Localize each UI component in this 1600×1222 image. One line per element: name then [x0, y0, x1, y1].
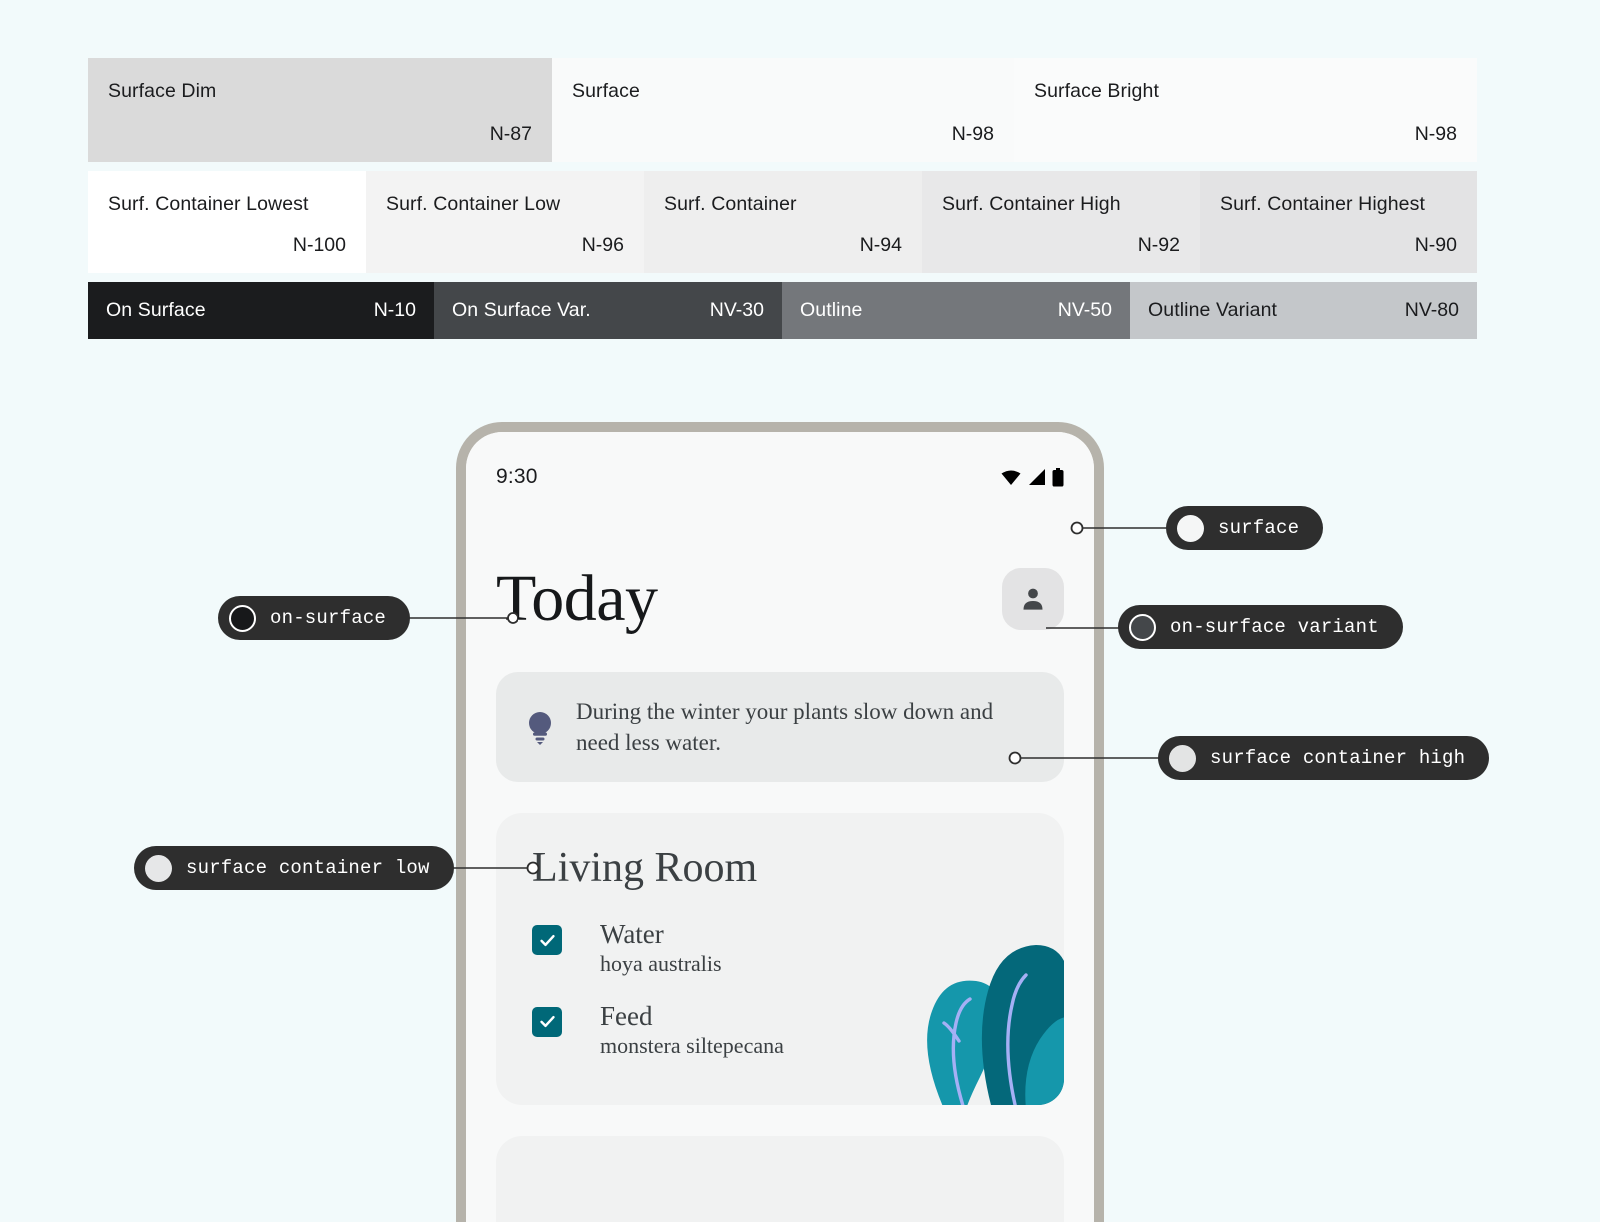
annotation-pill-surface-container-low[interactable]: surface container low — [134, 846, 454, 890]
swatch-label: Outline — [800, 298, 863, 321]
swatch-label: Surface Dim — [108, 80, 217, 102]
swatch-label: Surf. Container — [664, 193, 797, 215]
swatch-token: N-92 — [1137, 234, 1180, 256]
task-name: Feed — [600, 1000, 653, 1031]
task-list: Water hoya australis Feed monstera silte… — [532, 919, 1028, 1060]
annotation-pill-surface-container-high[interactable]: surface container high — [1158, 736, 1490, 780]
signal-icon — [1029, 469, 1045, 485]
swatch-label: Surface — [572, 80, 640, 102]
task-row[interactable]: Feed monstera siltepecana — [532, 1001, 1028, 1061]
annotation-pill-on-surface[interactable]: on-surface — [218, 596, 411, 640]
annotation-label: on-surface variant — [1170, 616, 1379, 638]
person-icon — [1023, 588, 1043, 610]
color-dot — [1129, 613, 1156, 641]
annotation-label: on-surface — [270, 607, 387, 629]
color-dot — [229, 604, 256, 632]
swatch-surface-bright[interactable]: Surface Bright N-98 — [1014, 58, 1477, 162]
status-time: 9:30 — [496, 465, 538, 488]
swatch-label: Surf. Container Highest — [1220, 193, 1425, 215]
annotation-label: surface — [1218, 517, 1300, 539]
task-subtitle: hoya australis — [600, 951, 722, 977]
avatar[interactable] — [1002, 568, 1064, 630]
annotation-label: surface container low — [186, 857, 430, 879]
swatch-token: N-10 — [373, 299, 416, 321]
swatch-surface-container-highest[interactable]: Surf. Container Highest N-90 — [1200, 171, 1477, 273]
swatch-on-surface[interactable]: On Surface N-10 — [88, 282, 434, 339]
task-text: Water hoya australis — [600, 919, 722, 979]
app-header: Today — [466, 494, 1094, 632]
check-icon — [539, 934, 555, 946]
swatch-label: Surface Bright — [1034, 80, 1159, 102]
lightbulb-icon — [529, 712, 551, 746]
tip-card[interactable]: During the winter your plants slow down … — [496, 672, 1064, 783]
annotation-pill-on-surface-variant[interactable]: on-surface variant — [1118, 605, 1403, 649]
swatch-token: N-90 — [1414, 234, 1457, 256]
swatch-token: N-94 — [859, 234, 902, 256]
annotation-label: surface container high — [1210, 747, 1466, 769]
task-row[interactable]: Water hoya australis — [532, 919, 1028, 979]
color-dot — [145, 854, 172, 882]
phone-screen: 9:30 Today During the winter your plants… — [466, 432, 1094, 1222]
swatch-token: N-87 — [489, 123, 532, 145]
swatch-token: NV-80 — [1404, 299, 1459, 321]
swatch-token: N-96 — [581, 234, 624, 256]
swatch-row-on-surface-outline: On Surface N-10 On Surface Var. NV-30 Ou… — [88, 282, 1477, 339]
phone-mockup: 9:30 Today During the winter your plants… — [456, 422, 1104, 1222]
task-checkbox[interactable] — [532, 1006, 562, 1037]
annotation-pill-surface[interactable]: surface — [1166, 506, 1324, 550]
task-subtitle: monstera siltepecana — [600, 1032, 784, 1058]
swatch-surface-dim[interactable]: Surface Dim N-87 — [88, 58, 552, 162]
page-title: Today — [496, 562, 658, 635]
room-title: Living Room — [532, 845, 758, 892]
task-text: Feed monstera siltepecana — [600, 1001, 784, 1061]
wifi-icon — [1001, 470, 1021, 485]
color-dot — [1177, 514, 1204, 542]
swatch-label: On Surface Var. — [452, 298, 591, 321]
battery-icon — [1052, 467, 1064, 486]
status-bar: 9:30 — [466, 432, 1094, 494]
swatch-token: NV-30 — [709, 299, 764, 321]
color-dot — [1169, 744, 1196, 772]
swatch-label: Surf. Container Lowest — [108, 193, 309, 215]
task-name: Water — [600, 919, 664, 950]
room-card-living-room[interactable]: Living Room Water hoya australis Feed mo… — [496, 813, 1064, 1106]
swatch-label: Surf. Container High — [942, 193, 1121, 215]
swatch-outline-variant[interactable]: Outline Variant NV-80 — [1130, 282, 1477, 339]
swatch-label: Surf. Container Low — [386, 193, 561, 215]
swatch-label: Outline Variant — [1148, 298, 1278, 321]
swatch-token: NV-50 — [1057, 299, 1112, 321]
check-icon — [539, 1016, 555, 1028]
swatch-surface-container[interactable]: Surf. Container N-94 — [644, 171, 922, 273]
swatch-surface-container-low[interactable]: Surf. Container Low N-96 — [366, 171, 644, 273]
swatch-row-surfaces: Surface Dim N-87 Surface N-98 Surface Br… — [88, 58, 1477, 162]
task-checkbox[interactable] — [532, 925, 562, 956]
status-icons — [1000, 467, 1064, 487]
swatch-label: On Surface — [106, 298, 206, 321]
tip-text: During the winter your plants slow down … — [576, 699, 994, 756]
swatch-on-surface-variant[interactable]: On Surface Var. NV-30 — [434, 282, 782, 339]
swatch-row-containers: Surf. Container Lowest N-100 Surf. Conta… — [88, 171, 1477, 273]
swatch-surface-container-lowest[interactable]: Surf. Container Lowest N-100 — [88, 171, 366, 273]
surface-swatch-table: Surface Dim N-87 Surface N-98 Surface Br… — [88, 58, 1477, 339]
swatch-outline[interactable]: Outline NV-50 — [782, 282, 1130, 339]
swatch-surface-container-high[interactable]: Surf. Container High N-92 — [922, 171, 1200, 273]
swatch-token: N-98 — [1414, 123, 1457, 145]
swatch-token: N-100 — [292, 234, 346, 256]
room-card-secondary[interactable] — [496, 1136, 1064, 1222]
swatch-surface[interactable]: Surface N-98 — [552, 58, 1014, 162]
swatch-token: N-98 — [951, 123, 994, 145]
